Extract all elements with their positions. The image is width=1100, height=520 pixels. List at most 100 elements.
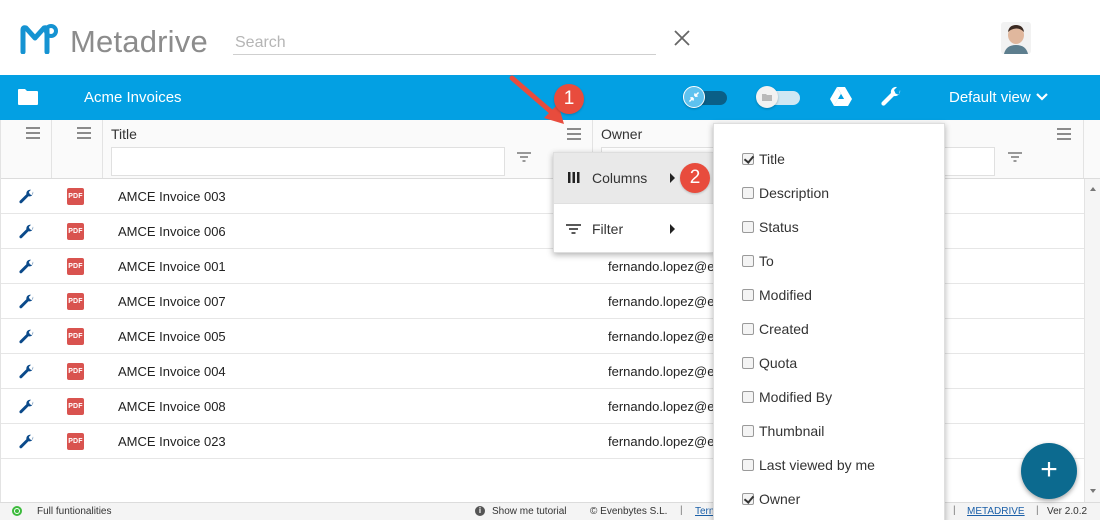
row-title[interactable]: AMCE Invoice 008	[118, 399, 226, 414]
status-separator: |	[953, 505, 956, 516]
pdf-file-icon: PDF	[67, 398, 84, 415]
pdf-file-icon: PDF	[67, 293, 84, 310]
status-mode-text: Full funtionalities	[37, 506, 112, 517]
row-title[interactable]: AMCE Invoice 007	[118, 294, 226, 309]
pdf-file-icon: PDF	[67, 258, 84, 275]
column-option-checkbox[interactable]	[742, 493, 754, 505]
wrench-icon[interactable]	[18, 363, 36, 381]
column-option-label: Quota	[759, 355, 798, 371]
version-text: Ver 2.0.2	[1047, 506, 1088, 517]
header-cell-actions	[1, 120, 52, 178]
wrench-icon[interactable]	[18, 398, 36, 416]
pdf-file-icon: PDF	[67, 188, 84, 205]
column-option-checkbox[interactable]	[742, 153, 754, 165]
column-option-label: Thumbnail	[759, 423, 825, 439]
column-option-checkbox[interactable]	[742, 255, 754, 267]
wrench-icon[interactable]	[18, 328, 36, 346]
column-option-checkbox[interactable]	[742, 425, 754, 437]
step-1-callout: 1	[554, 84, 584, 114]
google-drive-icon[interactable]	[829, 86, 853, 108]
caret-right-icon	[670, 224, 675, 234]
menu-item-filter[interactable]: Filter	[554, 204, 713, 254]
add-button[interactable]: +	[1021, 443, 1077, 499]
chevron-down-icon[interactable]	[1035, 92, 1049, 102]
columns-submenu: Title Description Status To Modified Created Q…	[713, 123, 945, 520]
metadrive-link[interactable]: METADRIVE	[967, 506, 1025, 517]
column-menu-icon[interactable]	[1056, 128, 1072, 140]
wrench-icon[interactable]	[18, 223, 36, 241]
hamburger-icon[interactable]	[76, 127, 92, 139]
wrench-icon[interactable]	[880, 85, 904, 109]
wrench-icon[interactable]	[18, 293, 36, 311]
column-option-label: Title	[759, 151, 785, 167]
column-option-checkbox[interactable]	[742, 459, 754, 471]
close-icon[interactable]	[672, 28, 692, 48]
pdf-file-icon: PDF	[67, 363, 84, 380]
columns-icon	[568, 172, 580, 183]
scroll-up-arrow-icon[interactable]	[1090, 187, 1096, 191]
library-title[interactable]: Acme Invoices	[84, 89, 182, 106]
header-cell-type	[52, 120, 103, 178]
folder-toggle-icon	[756, 86, 778, 108]
header-cell-title: Title	[103, 120, 593, 178]
row-owner: fernando.lopez@e	[608, 364, 714, 379]
user-avatar[interactable]	[1001, 22, 1031, 54]
filter-icon	[566, 224, 581, 234]
scroll-down-arrow-icon[interactable]	[1090, 489, 1096, 493]
column-option-checkbox[interactable]	[742, 289, 754, 301]
column-option-checkbox[interactable]	[742, 221, 754, 233]
filter-icon[interactable]	[516, 152, 532, 162]
step-2-callout: 2	[680, 163, 710, 193]
row-owner: fernando.lopez@e	[608, 399, 714, 414]
column-option-label: Modified By	[759, 389, 833, 405]
row-title[interactable]: AMCE Invoice 004	[118, 364, 226, 379]
title-filter-input[interactable]	[111, 147, 505, 176]
tutorial-link[interactable]: Show me tutorial	[492, 506, 566, 517]
column-option-label: Description	[759, 185, 830, 201]
column-title-label[interactable]: Title	[111, 126, 137, 142]
row-owner: fernando.lopez@e	[608, 259, 714, 274]
wrench-icon[interactable]	[18, 188, 36, 206]
view-selector[interactable]: Default view	[949, 89, 1031, 106]
row-title[interactable]: AMCE Invoice 003	[118, 189, 226, 204]
pdf-file-icon: PDF	[67, 328, 84, 345]
compact-toggle[interactable]	[683, 86, 729, 108]
row-title[interactable]: AMCE Invoice 023	[118, 434, 226, 449]
row-title[interactable]: AMCE Invoice 005	[118, 329, 226, 344]
column-owner-label[interactable]: Owner	[601, 126, 642, 142]
row-title[interactable]: AMCE Invoice 006	[118, 224, 226, 239]
column-option-label: To	[759, 253, 774, 269]
row-owner: fernando.lopez@e	[608, 329, 714, 344]
wrench-icon[interactable]	[18, 258, 36, 276]
info-icon[interactable]: i	[475, 506, 485, 516]
caret-right-icon	[670, 173, 675, 183]
wrench-icon[interactable]	[18, 433, 36, 451]
copyright-text: © Evenbytes S.L.	[590, 506, 668, 517]
column-option-label: Last viewed by me	[759, 457, 875, 473]
pdf-file-icon: PDF	[67, 223, 84, 240]
app-name: Metadrive	[70, 24, 208, 59]
column-option-label: Owner	[759, 491, 801, 507]
status-separator: |	[680, 505, 683, 516]
column-option-checkbox[interactable]	[742, 187, 754, 199]
terms-link[interactable]: Tern	[695, 506, 714, 517]
row-owner: fernando.lopez@e	[608, 434, 714, 449]
folders-toggle[interactable]	[756, 86, 802, 108]
grid-scrollbar[interactable]	[1084, 179, 1100, 502]
column-option-label: Created	[759, 321, 809, 337]
column-option-checkbox[interactable]	[742, 391, 754, 403]
column-menu-icon[interactable]	[566, 128, 582, 140]
filter-icon[interactable]	[1007, 152, 1023, 162]
menu-item-filter-label: Filter	[592, 221, 624, 237]
hamburger-icon[interactable]	[25, 127, 41, 139]
column-option-label: Modified	[759, 287, 812, 303]
metadrive-logo-icon	[20, 24, 58, 54]
column-option-checkbox[interactable]	[742, 357, 754, 369]
search-input[interactable]	[233, 31, 656, 55]
status-online-icon	[12, 506, 22, 516]
row-title[interactable]: AMCE Invoice 001	[118, 259, 226, 274]
pdf-file-icon: PDF	[67, 433, 84, 450]
folder-icon[interactable]	[17, 88, 39, 106]
menu-item-columns-label: Columns	[592, 170, 648, 186]
column-option-checkbox[interactable]	[742, 323, 754, 335]
